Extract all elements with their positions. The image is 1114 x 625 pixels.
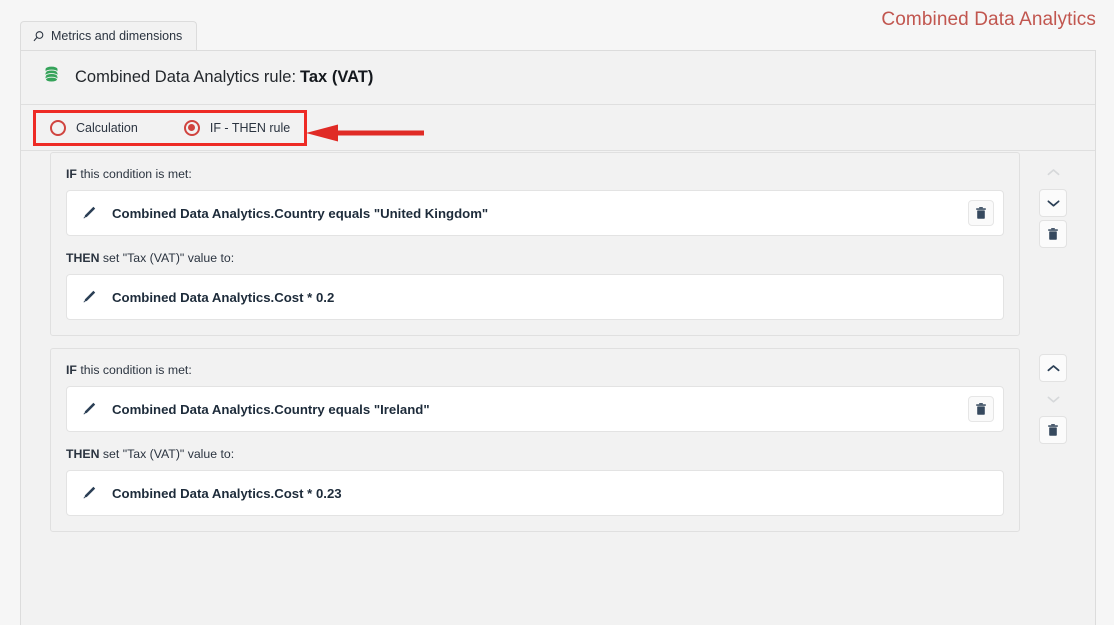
- mode-selector-row: Calculation IF - THEN rule: [21, 105, 1095, 151]
- then-expression-text-2: Combined Data Analytics.Cost * 0.23: [112, 485, 342, 501]
- tab-label: Metrics and dimensions: [51, 29, 183, 43]
- condition-controls-1: [1039, 158, 1069, 251]
- if-expression-row-2[interactable]: Combined Data Analytics.Country equals "…: [66, 386, 1004, 432]
- radio-if-then-rule-label: IF - THEN rule: [209, 120, 291, 135]
- rule-name: Tax (VAT): [300, 68, 374, 86]
- then-expression-row-1[interactable]: Combined Data Analytics.Cost * 0.2: [66, 274, 1004, 320]
- if-expression-text-1: Combined Data Analytics.Country equals "…: [112, 205, 489, 221]
- then-label-2: THEN set "Tax (VAT)" value to:: [66, 447, 1004, 461]
- if-label-2: IF this condition is met:: [66, 363, 1004, 377]
- then-label-text-2: set "Tax (VAT)" value to:: [99, 447, 235, 461]
- move-down-button-1[interactable]: [1039, 189, 1067, 217]
- condition-block-1: IF this condition is met: Combined Data …: [50, 152, 1020, 336]
- move-up-button-1: [1039, 158, 1067, 186]
- app-title: Combined Data Analytics: [881, 9, 1096, 30]
- annotation-arrow: [306, 122, 426, 149]
- trash-icon: [1048, 227, 1058, 240]
- tab-metrics-and-dimensions[interactable]: Metrics and dimensions: [20, 21, 198, 50]
- if-keyword-1: IF: [66, 167, 77, 181]
- search-icon: [32, 30, 45, 43]
- then-label-text-1: set "Tax (VAT)" value to:: [99, 251, 235, 265]
- then-keyword-1: THEN: [66, 251, 100, 265]
- chevron-down-icon: [1047, 199, 1059, 207]
- chevron-up-icon: [1047, 168, 1059, 175]
- mode-selector-highlight: Calculation IF - THEN rule: [33, 109, 308, 146]
- radio-option-if-then-rule[interactable]: IF - THEN rule: [183, 119, 291, 136]
- pencil-icon[interactable]: [81, 205, 97, 221]
- delete-condition-button-1[interactable]: [968, 200, 994, 226]
- if-label-1: IF this condition is met:: [66, 167, 1004, 181]
- trash-icon: [976, 402, 986, 415]
- delete-block-button-1[interactable]: [1039, 220, 1067, 248]
- then-expression-text-1: Combined Data Analytics.Cost * 0.2: [112, 289, 335, 305]
- delete-block-button-2[interactable]: [1039, 416, 1067, 444]
- chevron-up-icon: [1047, 364, 1059, 371]
- move-down-button-2: [1039, 385, 1067, 413]
- page-title: Combined Data Analytics rule: Tax (VAT): [75, 68, 373, 87]
- condition-block-2: IF this condition is met: Combined Data …: [50, 348, 1020, 532]
- if-label-text-1: this condition is met:: [76, 167, 192, 181]
- if-expression-text-2: Combined Data Analytics.Country equals "…: [112, 401, 430, 417]
- rule-type-label: Combined Data Analytics rule:: [75, 68, 297, 86]
- rule-editor-panel: Combined Data Analytics rule: Tax (VAT) C…: [20, 50, 1096, 625]
- app-root: Combined Data Analytics Metrics and dime…: [0, 0, 1114, 625]
- pencil-icon[interactable]: [81, 289, 97, 305]
- if-expression-row-1[interactable]: Combined Data Analytics.Country equals "…: [66, 190, 1004, 236]
- radio-if-then-rule-icon[interactable]: [183, 119, 200, 136]
- move-up-button-2[interactable]: [1039, 354, 1067, 382]
- rules-area: IF this condition is met: Combined Data …: [21, 152, 1095, 625]
- radio-calculation-label: Calculation: [76, 120, 138, 135]
- pencil-icon[interactable]: [81, 401, 97, 417]
- panel-header: Combined Data Analytics rule: Tax (VAT): [21, 51, 1095, 105]
- radio-calculation-icon[interactable]: [50, 119, 66, 136]
- trash-icon: [976, 206, 986, 219]
- pencil-icon[interactable]: [81, 485, 97, 501]
- then-keyword-2: THEN: [66, 447, 100, 461]
- delete-condition-button-2[interactable]: [968, 396, 994, 422]
- then-label-1: THEN set "Tax (VAT)" value to:: [66, 251, 1004, 265]
- database-icon: [43, 66, 60, 90]
- then-expression-row-2[interactable]: Combined Data Analytics.Cost * 0.23: [66, 470, 1004, 516]
- condition-controls-2: [1039, 354, 1069, 447]
- radio-option-calculation[interactable]: Calculation: [50, 119, 138, 136]
- chevron-down-icon: [1047, 396, 1059, 403]
- if-keyword-2: IF: [66, 363, 77, 377]
- trash-icon: [1048, 423, 1058, 436]
- if-label-text-2: this condition is met:: [76, 363, 192, 377]
- tab-strip: Metrics and dimensions: [20, 21, 198, 50]
